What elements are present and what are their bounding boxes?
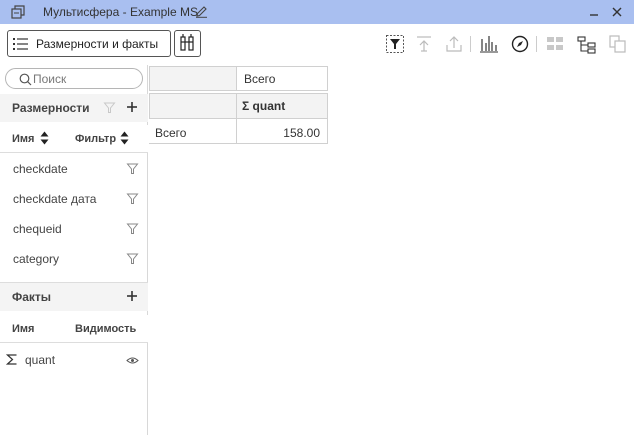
dimension-item[interactable]: checkdate дата xyxy=(0,184,148,214)
eye-icon[interactable] xyxy=(126,354,139,367)
dimension-item-label: checkdate xyxy=(13,162,68,176)
edit-icon[interactable] xyxy=(195,5,208,18)
search-icon xyxy=(19,73,32,86)
tree-icon[interactable] xyxy=(577,34,597,54)
pivot-row-header[interactable]: Всего xyxy=(149,118,237,144)
filter-icon[interactable] xyxy=(126,192,139,205)
pivot-corner-cell xyxy=(149,66,237,91)
sort-name-icon[interactable] xyxy=(40,131,49,145)
export-icon xyxy=(417,36,431,52)
pivot-col-header-label: Всего xyxy=(244,72,276,86)
dimensions-title: Размерности xyxy=(12,101,90,115)
pivot-measure-header[interactable]: Σ quant xyxy=(236,93,328,119)
toolbar: Размерности и факты xyxy=(0,24,634,65)
facts-col-visibility: Видимость xyxy=(75,323,137,335)
fact-item[interactable]: quant xyxy=(0,345,148,375)
toolbar-separator xyxy=(536,36,537,52)
filter-icon[interactable] xyxy=(126,222,139,235)
dimensions-col-name: Имя xyxy=(12,133,35,145)
dimensions-header: Размерности xyxy=(0,94,148,122)
dimension-item[interactable]: chequeid xyxy=(0,214,148,244)
dimensions-facts-button[interactable]: Размерности и факты xyxy=(7,30,171,57)
close-icon[interactable] xyxy=(609,4,625,20)
sigma-icon xyxy=(6,354,17,365)
pivot-row-total-label: Всего xyxy=(155,126,187,140)
facts-header: Факты xyxy=(0,283,148,311)
search-input[interactable] xyxy=(33,71,137,86)
facts-column-header: Имя Видимость xyxy=(0,315,148,343)
window-title: Мультисфера - Example MS xyxy=(43,5,198,19)
compass-icon[interactable] xyxy=(510,34,530,54)
list-icon xyxy=(13,38,28,50)
dimensions-column-header: Имя Фильтр xyxy=(0,125,148,153)
dimension-item[interactable]: category xyxy=(0,244,148,274)
toolbar-separator xyxy=(470,36,471,52)
title-bar: Мультисфера - Example MS xyxy=(0,0,634,24)
facts-title: Факты xyxy=(12,290,52,304)
pivot-value-cell[interactable]: 158.00 xyxy=(236,118,328,144)
pivot-measure-label: Σ quant xyxy=(242,99,286,113)
fact-item-label: quant xyxy=(25,353,56,367)
dimension-item-label: checkdate дата xyxy=(13,192,97,206)
sidebar: Размерности Имя Фильтр checkdate checkda… xyxy=(0,65,148,435)
dimension-item-label: category xyxy=(13,252,60,266)
grid-icon xyxy=(547,37,563,50)
dimension-item-label: chequeid xyxy=(13,222,62,236)
dimensions-filter-icon[interactable] xyxy=(103,101,116,114)
chart-icon[interactable] xyxy=(479,34,499,54)
copy-icon xyxy=(609,35,626,53)
filter-icon[interactable] xyxy=(385,34,405,54)
sort-filter-icon[interactable] xyxy=(120,131,129,145)
pivot-row-total-value: 158.00 xyxy=(283,126,320,140)
add-fact-icon[interactable] xyxy=(125,289,139,303)
facts-col-name: Имя xyxy=(12,323,35,335)
dimension-item[interactable]: checkdate xyxy=(0,154,148,184)
sort-columns-button[interactable] xyxy=(174,30,201,57)
dimensions-col-filter: Фильтр xyxy=(75,133,117,145)
dimensions-facts-label: Размерности и факты xyxy=(36,37,159,51)
add-dimension-icon[interactable] xyxy=(125,100,139,114)
sort-columns-icon xyxy=(180,34,194,51)
minimize-icon[interactable] xyxy=(586,4,602,20)
filter-icon[interactable] xyxy=(126,252,139,265)
pivot-row-header-corner xyxy=(149,93,237,119)
upload-icon xyxy=(446,36,462,52)
window-icon xyxy=(11,5,25,19)
pivot-col-header[interactable]: Всего xyxy=(236,66,328,91)
search-box[interactable] xyxy=(5,68,143,89)
filter-icon[interactable] xyxy=(126,162,139,175)
